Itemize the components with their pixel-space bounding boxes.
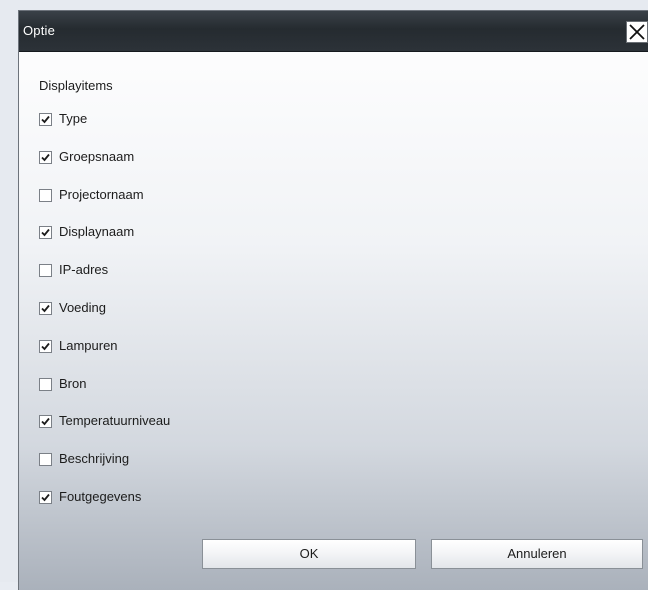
- checkbox[interactable]: [39, 490, 52, 504]
- cancel-button[interactable]: Annuleren: [431, 539, 643, 569]
- checkbox[interactable]: [39, 113, 52, 126]
- option-label: Groepsnaam: [59, 148, 135, 164]
- option-label: Type: [59, 111, 88, 126]
- check-mark-icon: [41, 418, 50, 426]
- option-item[interactable]: Beschrijving: [39, 451, 170, 489]
- option-label: Beschrijving: [59, 451, 130, 467]
- display-items-list: Type Groepsnaam Projectornaam Displaynaam IP…: [39, 111, 170, 527]
- checkbox[interactable]: [39, 226, 52, 240]
- checkbox[interactable]: [39, 453, 52, 467]
- checkbox[interactable]: [39, 339, 52, 353]
- checkbox[interactable]: [39, 301, 52, 315]
- option-label: Bron: [59, 375, 87, 391]
- option-item[interactable]: Projectornaam: [39, 187, 170, 225]
- dialog-title: Optie: [23, 23, 56, 38]
- close-button[interactable]: [626, 21, 648, 43]
- check-mark-icon: [41, 493, 50, 502]
- option-label: IP-adres: [59, 262, 109, 278]
- option-dialog: Optie Displayitems Type Groepsnaam Project…: [18, 10, 648, 590]
- option-item[interactable]: Groepsnaam: [39, 149, 170, 187]
- check-mark-icon: [41, 229, 50, 237]
- option-item[interactable]: Voeding: [39, 300, 170, 338]
- option-label: Lampuren: [59, 337, 118, 353]
- ok-button[interactable]: OK: [202, 539, 416, 569]
- option-item[interactable]: Bron: [39, 376, 170, 414]
- checkbox[interactable]: [39, 188, 52, 202]
- check-mark-icon: [41, 115, 50, 124]
- option-item[interactable]: Type: [39, 111, 170, 149]
- option-item[interactable]: Displaynaam: [39, 224, 170, 262]
- title-bar[interactable]: Optie: [19, 11, 648, 52]
- display-items-label: Displayitems: [39, 78, 113, 93]
- option-label: Foutgegevens: [59, 488, 142, 504]
- check-mark-icon: [41, 342, 50, 351]
- option-label: Voeding: [59, 299, 106, 315]
- option-item[interactable]: IP-adres: [39, 262, 170, 300]
- option-label: Projectornaam: [59, 186, 144, 202]
- check-mark-icon: [41, 153, 50, 162]
- checkbox[interactable]: [39, 264, 52, 278]
- checkbox[interactable]: [39, 150, 52, 164]
- checkbox[interactable]: [39, 377, 52, 391]
- check-mark-icon: [41, 304, 50, 313]
- option-label: Temperatuurniveau: [59, 413, 171, 429]
- option-item[interactable]: Lampuren: [39, 338, 170, 376]
- checkbox[interactable]: [39, 415, 52, 429]
- close-x-icon: [629, 24, 645, 40]
- option-item[interactable]: Temperatuurniveau: [39, 413, 170, 451]
- option-label: Displaynaam: [59, 224, 135, 240]
- option-item[interactable]: Foutgegevens: [39, 489, 170, 527]
